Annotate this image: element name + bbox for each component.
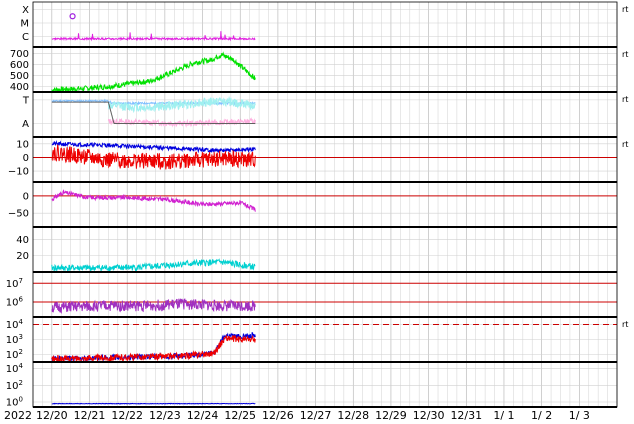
y-tick-label: 10 — [16, 139, 29, 150]
y-tick-label: 107 — [6, 277, 23, 290]
x-axis-labels: 12/20 12/21 12/22 12/23 12/24 12/25 12/26 12/27… — [36, 409, 590, 422]
panel-side-label: rt — [622, 5, 628, 14]
y-tick-exponent: 4 — [19, 362, 24, 370]
x-tick-label: 12/28 — [337, 409, 369, 422]
series-line-imf-bt-bz-1 — [51, 144, 256, 170]
x-tick-label: 12/21 — [74, 409, 106, 422]
series-line-electron-flux-0 — [51, 298, 256, 314]
y-tick-label: 102 — [6, 348, 23, 361]
y-tick-label: A — [22, 119, 29, 130]
series-line-imf-bt-bz-0 — [51, 139, 256, 154]
x-tick-label: 12/30 — [413, 409, 445, 422]
y-tick-label: 600 — [10, 60, 29, 71]
x-tick-label: 12/25 — [224, 409, 256, 422]
y-tick-label: 106 — [6, 296, 24, 309]
panel-side-label: rt — [622, 50, 628, 59]
y-tick-label: 40 — [16, 235, 29, 246]
y-tick-label: X — [22, 5, 29, 16]
y-tick-exponent: 7 — [19, 277, 23, 285]
y-tick-label: −10 — [8, 167, 29, 178]
x-tick-label: 1/ 3 — [569, 409, 590, 422]
y-tick-exponent: 2 — [19, 379, 23, 387]
panel-side-label: rt — [622, 95, 628, 104]
x-tick-label: 12/27 — [300, 409, 332, 422]
y-tick-label: 500 — [10, 71, 29, 82]
y-tick-label: 400 — [10, 82, 29, 93]
y-tick-exponent: 4 — [19, 318, 24, 326]
y-tick-exponent: 3 — [19, 333, 23, 341]
series-line-xray-class-0 — [51, 31, 256, 42]
x-tick-label: 12/22 — [111, 409, 143, 422]
y-tick-label: T — [22, 95, 30, 106]
y-tick-label: 20 — [16, 251, 29, 262]
x-tick-label: 12/26 — [262, 409, 294, 422]
x-tick-label: 1/ 1 — [493, 409, 514, 422]
y-tick-exponent: 2 — [19, 348, 23, 356]
y-tick-label: M — [20, 19, 29, 30]
x-tick-label: 12/24 — [187, 409, 219, 422]
series-line-density-0 — [51, 258, 256, 273]
y-tick-label: 102 — [6, 379, 23, 392]
x-tick-label: 1/ 2 — [531, 409, 552, 422]
x-tick-label: 12/29 — [375, 409, 407, 422]
y-tick-exponent: 6 — [19, 296, 24, 304]
panel-side-label: rt — [622, 320, 628, 329]
x-tick-label: 12/31 — [450, 409, 482, 422]
year-label: 2022 — [4, 409, 32, 422]
x-tick-label: 12/20 — [36, 409, 68, 422]
y-tick-label: 100 — [6, 396, 23, 409]
y-tick-label: C — [22, 32, 29, 43]
y-tick-label: 700 — [10, 49, 29, 60]
grid — [32, 2, 618, 407]
y-tick-label: 104 — [6, 318, 24, 331]
x-tick-label: 12/23 — [149, 409, 181, 422]
series-line-temperature-alpha-2 — [107, 117, 256, 128]
series-line-high-energy-flux-0 — [51, 402, 256, 405]
y-tick-label: 104 — [6, 362, 24, 375]
series-line-solar-wind-speed-0 — [51, 51, 256, 94]
y-tick-label: 0 — [23, 153, 29, 164]
y-tick-label: 103 — [6, 333, 23, 346]
panel-side-label: rt — [622, 140, 628, 149]
y-tick-label: 0 — [23, 191, 29, 202]
y-tick-exponent: 0 — [19, 396, 23, 404]
y-tick-label: −50 — [8, 209, 29, 220]
series-line-phi-angle-0 — [51, 189, 256, 212]
space-weather-chart: XMCrt700600500400rtTArt100−10rt0−5040201… — [4, 1, 628, 422]
